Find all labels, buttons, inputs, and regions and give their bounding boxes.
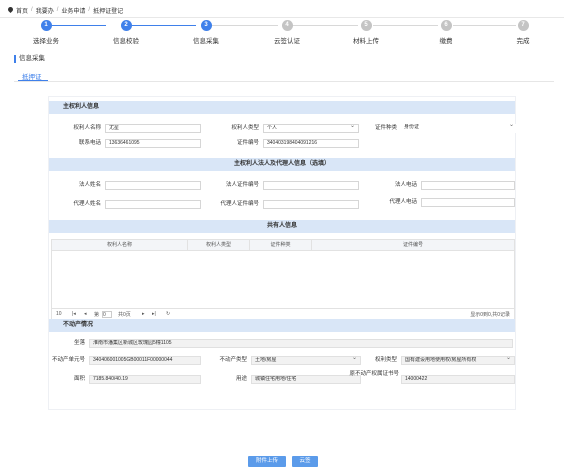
breadcrumb-separator: /: [88, 7, 91, 13]
form-panel: 主权利人信息 权利人名称 尤星 权利人类型 个人 证件种类 身份证 联系电话 1…: [48, 96, 517, 410]
step-6: 6 缴费: [416, 20, 476, 45]
step-progress: 1 选择业务 2 信息校验 3 信息采集 4 云签认证 5 材料上传 6 缴费 …: [0, 20, 564, 46]
breadcrumb-home[interactable]: 首页: [16, 6, 28, 15]
agent-phone-input[interactable]: [421, 198, 515, 207]
step-number: 7: [517, 20, 529, 31]
type-label: 权利人类型: [231, 125, 259, 131]
step-number: 1: [40, 20, 52, 31]
use-input[interactable]: 城镇住宅用地/住宅: [251, 375, 361, 384]
tab-underline: [14, 80, 554, 82]
area-input[interactable]: 7185.840/40.19: [89, 375, 201, 384]
orig-cert-input[interactable]: 14000422: [401, 375, 515, 384]
column-header: 证件编号: [402, 242, 423, 248]
property-type-value: 土地/房屋: [255, 357, 277, 363]
step-number: 3: [200, 20, 212, 31]
step-label: 云签认证: [274, 38, 300, 45]
right-type-value: 国有建设用地使用权/房屋所有权: [405, 357, 477, 363]
cert-type-label: 证件种类: [374, 125, 397, 131]
cert-no-label: 证件编号: [236, 140, 259, 146]
right-type-select[interactable]: 国有建设用地使用权/房屋所有权: [401, 356, 515, 365]
breadcrumb-separator: /: [31, 7, 33, 13]
phone-input[interactable]: 13636461095: [105, 139, 201, 148]
legal-name-input[interactable]: [105, 181, 201, 190]
step-label: 缴费: [439, 38, 453, 45]
location-pin-icon: [8, 7, 13, 13]
page-label: 第: [94, 312, 100, 318]
agent-cert-input[interactable]: [263, 200, 359, 209]
upload-attachment-button[interactable]: 附件上传: [248, 456, 286, 467]
location-input[interactable]: 淮南市潘集区新城区玫瑰园5幢1105: [89, 339, 513, 348]
unit-no-input[interactable]: 340406001005GB00011F00000044: [89, 356, 201, 365]
property-type-select[interactable]: 土地/房屋: [251, 356, 361, 365]
first-page-icon[interactable]: |◂: [72, 311, 76, 317]
page-input[interactable]: 0: [102, 311, 112, 318]
step-label: 材料上传: [353, 38, 379, 45]
agent-name-input[interactable]: [105, 200, 201, 209]
table-header: 权利人名称 权利人类型 证件种类 证件编号: [52, 240, 514, 251]
orig-cert-label: 原不动产权属证书号: [349, 371, 399, 377]
type-select[interactable]: 个人: [263, 124, 359, 133]
cert-type-value: 身份证: [404, 124, 420, 130]
legal-phone-input[interactable]: [421, 181, 515, 190]
agent-name-label: 代理人姓名: [73, 201, 101, 207]
name-label: 权利人名称: [73, 125, 101, 131]
breadcrumb-item[interactable]: 我要办: [36, 6, 54, 15]
legal-agent-header: 主权利人法人及代理人信息（选填）: [49, 158, 515, 171]
step-2: 2 信息校验: [96, 20, 156, 45]
main-party-header: 主权利人信息: [49, 101, 515, 114]
breadcrumb-item: 抵押证登记: [93, 8, 124, 15]
breadcrumb: 首页 / 我要办 / 业务申请 / 抵押证登记: [8, 5, 123, 15]
use-label: 用途: [235, 376, 247, 382]
step-label: 选择业务: [33, 38, 59, 45]
step-label: 信息校验: [113, 38, 139, 45]
name-input[interactable]: 尤星: [105, 124, 201, 133]
next-page-icon[interactable]: ▸: [142, 311, 145, 317]
step-label: 信息采集: [193, 38, 219, 45]
step-5: 5 材料上传: [336, 20, 396, 45]
page-total: 共0页: [118, 312, 131, 318]
last-page-icon[interactable]: ▸|: [152, 311, 156, 317]
prev-page-icon[interactable]: ◂: [84, 311, 87, 317]
property-header: 不动产情况: [49, 319, 515, 332]
step-number: 4: [281, 20, 293, 31]
type-value: 个人: [267, 125, 278, 131]
refresh-icon[interactable]: ↻: [166, 311, 170, 317]
step-7: 7 完成: [493, 20, 553, 45]
step-3: 3 信息采集: [176, 20, 236, 45]
co-owner-table: 权利人名称 权利人类型 证件种类 证件编号: [51, 239, 515, 309]
right-type-label: 权利类型: [374, 357, 397, 363]
section-title: 信息采集: [14, 55, 45, 63]
location-label: 坐落: [73, 340, 85, 346]
cert-no-input[interactable]: 340403198404091216: [263, 139, 359, 148]
step-number: 2: [120, 20, 132, 31]
area-label: 面积: [73, 376, 85, 382]
breadcrumb-item[interactable]: 业务申请: [61, 6, 85, 15]
step-number: 5: [360, 20, 372, 31]
phone-label: 联系电话: [78, 140, 101, 146]
step-number: 6: [440, 20, 452, 31]
breadcrumb-separator: /: [56, 7, 59, 13]
agent-cert-label: 代理人证件编号: [220, 201, 259, 207]
page-size-select[interactable]: 10: [56, 311, 62, 317]
legal-cert-label: 法人证件编号: [225, 182, 259, 188]
column-header: 权利人名称: [52, 240, 188, 251]
agent-phone-label: 代理人电话: [389, 199, 417, 205]
co-owner-header: 共有人信息: [49, 220, 515, 233]
step-1: 1 选择业务: [16, 20, 76, 45]
legal-phone-label: 法人电话: [394, 182, 417, 188]
divider: [0, 17, 564, 18]
cloud-sign-button[interactable]: 云签: [292, 456, 318, 467]
unit-no-label: 不动产单元号: [51, 357, 85, 363]
cert-type-select[interactable]: 身份证: [401, 124, 517, 133]
column-header: 权利人类型: [188, 240, 250, 251]
legal-cert-input[interactable]: [263, 181, 359, 190]
property-type-label: 不动产类型: [219, 357, 247, 363]
legal-name-label: 法人姓名: [78, 182, 101, 188]
step-4: 4 云签认证: [257, 20, 317, 45]
pager-summary: 显示0到0,共0记录: [470, 312, 510, 318]
step-label: 完成: [516, 38, 530, 45]
column-header: 证件种类: [250, 240, 312, 251]
